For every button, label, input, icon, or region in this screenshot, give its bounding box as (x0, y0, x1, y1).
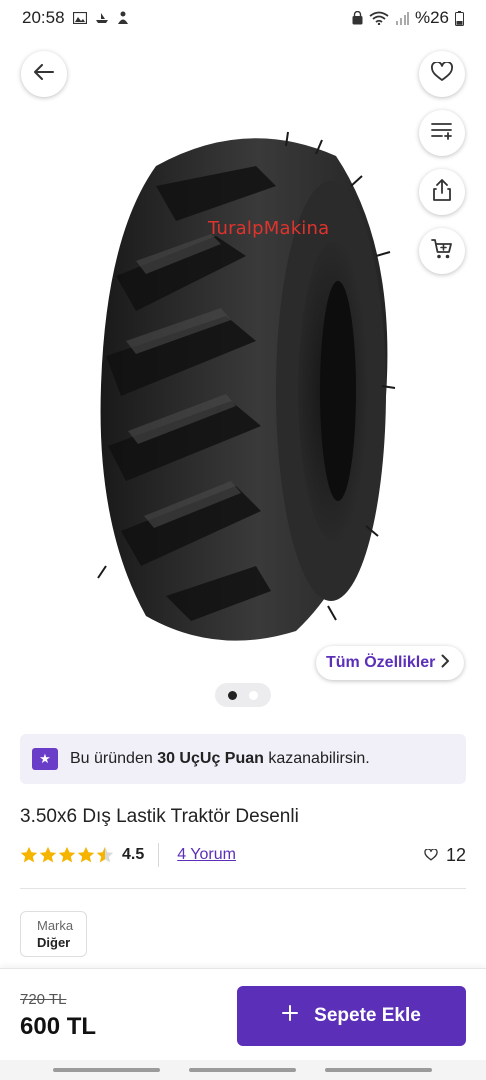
rating-row: 4.5 4 Yorum 12 (20, 842, 466, 868)
nav-home[interactable] (189, 1068, 296, 1072)
back-arrow-icon (34, 63, 54, 85)
battery-level: %26 (414, 8, 449, 27)
star-ticket-icon: ★ (32, 748, 58, 770)
chevron-right-icon (441, 654, 450, 673)
add-to-cart-label: Sepete Ekle (314, 1005, 421, 1026)
old-price: 720 TL (20, 991, 67, 1008)
nav-back[interactable] (325, 1068, 432, 1072)
signal-icon (395, 11, 409, 25)
system-nav-bar (0, 1060, 486, 1080)
points-suffix: kazanabilirsin. (268, 750, 370, 767)
favorite-button[interactable] (419, 51, 465, 97)
star-icon (58, 846, 76, 863)
points-text: Bu üründen 30 UçUç Puan kazanabilirsin. (70, 750, 370, 768)
carousel-dot-active[interactable] (228, 690, 237, 700)
product-image-carousel[interactable]: TuralpMakina (0, 36, 486, 716)
rating-value: 4.5 (122, 846, 145, 863)
brand-label: Marka (37, 918, 74, 933)
purchase-bar: 720 TL 600 TL Sepete Ekle (0, 968, 486, 1060)
carousel-indicator (215, 683, 271, 707)
likes-count: 12 (445, 844, 466, 865)
nav-recents[interactable] (53, 1068, 160, 1072)
list-add-icon (431, 122, 453, 145)
lock-icon (352, 11, 363, 25)
battery-icon (455, 10, 464, 26)
add-to-cart-button[interactable]: Sepete Ekle (237, 986, 466, 1046)
star-shape (20, 846, 38, 863)
star-shape (96, 846, 114, 863)
current-price: 600 TL (20, 1013, 97, 1040)
watermark: TuralpMakina (208, 218, 330, 239)
heart-outline-icon (424, 845, 438, 866)
share-button[interactable] (419, 169, 465, 215)
points-prefix: Bu üründen (70, 750, 153, 767)
star-shape (77, 846, 95, 863)
wifi-icon (369, 11, 389, 25)
add-to-list-button[interactable] (419, 110, 465, 156)
star-icon (39, 846, 57, 863)
star-shape (39, 846, 57, 863)
star-icon (20, 846, 38, 863)
rating-divider (158, 843, 160, 867)
brand-chip[interactable]: Marka Diğer (20, 911, 87, 957)
star-shape (58, 846, 76, 863)
back-button[interactable] (21, 51, 67, 97)
points-banner: ★ Bu üründen 30 UçUç Puan kazanabilirsin… (20, 734, 466, 784)
reviews-link[interactable]: 4 Yorum (177, 846, 236, 864)
section-divider (20, 888, 466, 889)
plus-icon (282, 1005, 299, 1027)
rating-stars (20, 846, 114, 864)
star-icon (96, 846, 114, 863)
points-highlight: 30 UçUç Puan (157, 750, 264, 767)
carousel-dot[interactable] (249, 690, 258, 700)
cart-icon (431, 238, 453, 265)
likes[interactable]: 12 (424, 845, 466, 866)
status-time: 20:58 (22, 8, 65, 27)
all-features-button[interactable]: Tüm Özellikler (316, 646, 465, 680)
gallery-icon (72, 12, 87, 24)
brand-value: Diğer (37, 935, 71, 950)
heart-icon (431, 60, 453, 87)
cart-button[interactable] (419, 228, 465, 274)
product-image (96, 126, 396, 646)
share-icon (432, 178, 452, 206)
product-title: 3.50x6 Dış Lastik Traktör Desenli (20, 806, 299, 827)
all-features-label: Tüm Özellikler (326, 654, 436, 671)
boat-icon (95, 12, 109, 24)
person-icon (117, 11, 129, 25)
status-bar: 20:58 %26 (0, 0, 486, 36)
star-icon (77, 846, 95, 863)
